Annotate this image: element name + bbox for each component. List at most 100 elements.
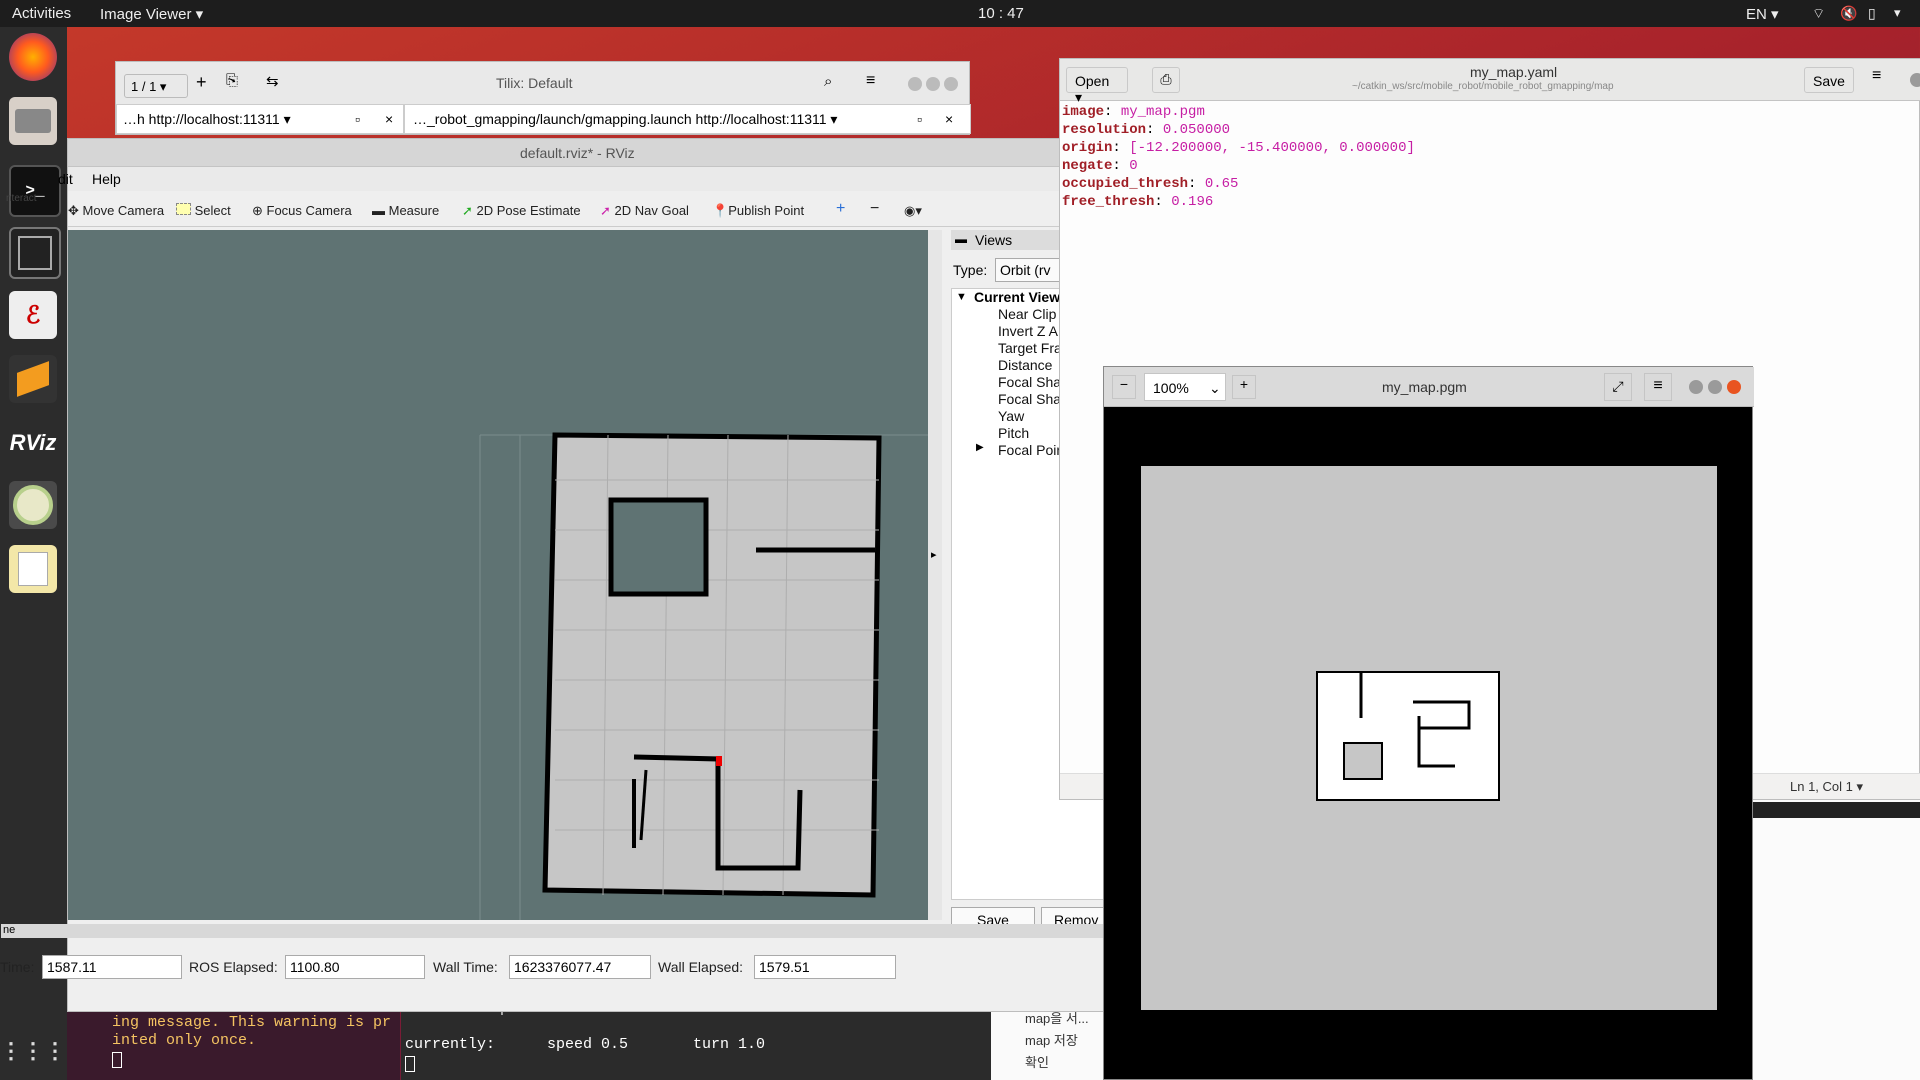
image-title: my_map.pgm	[1382, 379, 1467, 395]
activities-button[interactable]: Activities	[12, 5, 71, 22]
map-image[interactable]	[1141, 466, 1717, 1010]
property-invert-z[interactable]: Invert Z A	[998, 323, 1058, 339]
language-indicator[interactable]: EN ▾	[1746, 5, 1779, 23]
clock[interactable]: 10 : 47	[978, 5, 1024, 22]
firefox-icon[interactable]	[9, 33, 57, 81]
menu-edit[interactable]: dit	[58, 171, 73, 187]
property-distance[interactable]: Distance	[998, 357, 1052, 373]
eye-icon[interactable]: ◉▾	[904, 203, 922, 219]
hamburger-menu-icon[interactable]: ≡	[1644, 373, 1672, 401]
add-session-icon[interactable]: +	[196, 72, 207, 93]
box-icon[interactable]	[9, 355, 57, 403]
panel-splitter[interactable]: ▸	[928, 230, 942, 920]
tool-focus-camera[interactable]: ⊕ Focus Camera	[252, 203, 352, 219]
session-counter[interactable]: 1 / 1 ▾	[124, 74, 188, 98]
open-button[interactable]: Open ▾	[1066, 67, 1128, 105]
maximize-button[interactable]	[926, 77, 940, 91]
tool-2d-pose-estimate[interactable]: ➚ 2D Pose Estimate	[462, 203, 581, 219]
terminal-pane-right[interactable]: CTRL-C to quit currently: speed 0.5 turn…	[401, 1000, 991, 1080]
zoom-out-icon[interactable]: −	[1112, 375, 1136, 399]
wifi-icon[interactable]: ⌔	[1812, 5, 1825, 23]
terminal-pane-left[interactable]: ing message. This warning is pr inted on…	[67, 1012, 400, 1080]
property-near-clip[interactable]: Near Clip	[998, 306, 1056, 322]
close-icon[interactable]: ×	[945, 111, 953, 127]
image-viewer-window: − 100% ⌄ + my_map.pgm ⤢ ≡	[1103, 366, 1754, 1080]
tool-publish-point[interactable]: 📍Publish Point	[712, 203, 804, 219]
tool-move-camera[interactable]: ✥ Move Camera	[68, 203, 164, 219]
hamburger-menu-icon[interactable]: ≡	[866, 72, 875, 90]
rviz-titlebar: default.rviz* - RViz	[68, 139, 1108, 167]
show-apps-icon[interactable]: ⋮⋮⋮	[0, 1027, 66, 1075]
current-view-item[interactable]: Current View	[974, 289, 1060, 305]
map-image-content	[1316, 671, 1500, 801]
maximize-icon[interactable]: ▫	[355, 111, 360, 127]
minimize-button[interactable]	[1689, 380, 1703, 394]
property-pitch[interactable]: Pitch	[998, 425, 1029, 441]
cursor-position[interactable]: Ln 1, Col 1 ▾	[1790, 779, 1863, 795]
text-editor-icon[interactable]	[9, 545, 57, 593]
tilix-icon[interactable]	[9, 227, 61, 279]
background-bar	[1751, 802, 1920, 818]
menu-help[interactable]: Help	[92, 171, 121, 187]
fullscreen-icon[interactable]: ⤢	[1604, 373, 1632, 401]
wall-time-field[interactable]: 1623376077.47	[509, 955, 651, 979]
sync-icon[interactable]: ⇆	[266, 72, 279, 90]
yaml-line: origin: [-12.200000, -15.400000, 0.00000…	[1062, 140, 1415, 156]
tool-select[interactable]: Select	[176, 203, 231, 218]
tool-measure[interactable]: ▬ Measure	[372, 203, 439, 218]
files-icon[interactable]	[9, 97, 57, 145]
evince-icon[interactable]: ℰ	[9, 291, 57, 339]
terminal-tab-1[interactable]: …h http://localhost:11311 ▾ ▫ ×	[116, 104, 404, 134]
expand-arrow-icon[interactable]: ▶	[976, 442, 984, 453]
save-button[interactable]: Save	[1804, 67, 1854, 93]
system-menu-icon[interactable]: ▾	[1894, 5, 1901, 21]
collapse-arrow-icon[interactable]: ▸	[931, 548, 937, 561]
maximize-button[interactable]	[1708, 380, 1722, 394]
3d-viewport[interactable]	[68, 230, 928, 920]
tool-2d-nav-goal[interactable]: ➚ 2D Nav Goal	[600, 203, 689, 219]
battery-icon[interactable]: ▯	[1868, 5, 1876, 22]
rviz-window: default.rviz* - RViz dit Help nteract ✥ …	[1, 138, 1111, 1012]
zoom-level: 100%	[1153, 380, 1189, 396]
volume-icon[interactable]: 🔇	[1840, 5, 1857, 22]
minimize-button[interactable]	[908, 77, 922, 91]
zoom-level-select[interactable]: 100% ⌄	[1144, 373, 1226, 401]
zoom-in-icon[interactable]: +	[1232, 375, 1256, 399]
rviz-icon[interactable]: RViz	[9, 419, 57, 467]
property-target-frame[interactable]: Target Fra	[998, 340, 1062, 356]
focus-camera-icon: ⊕	[252, 203, 267, 218]
pose-arrow-icon: ➚	[462, 203, 477, 218]
wall-elapsed-field[interactable]: 1579.51	[754, 955, 896, 979]
toolbar: nteract ✥ Move Camera Select ⊕ Focus Cam…	[6, 191, 1108, 227]
close-icon[interactable]: ×	[385, 111, 393, 127]
view-type-select[interactable]: Orbit (rv	[995, 258, 1065, 282]
image-viewer-icon[interactable]	[9, 481, 57, 529]
remove-tool-icon[interactable]: −	[870, 200, 879, 218]
terminal-icon[interactable]: >_	[9, 165, 61, 217]
terminal-line: currently:	[405, 1036, 496, 1053]
terminal-cursor	[112, 1052, 122, 1068]
add-tool-icon[interactable]: +	[836, 200, 845, 218]
expand-arrow-icon[interactable]: ▼	[956, 291, 967, 303]
maximize-icon[interactable]: ▫	[917, 111, 922, 127]
ros-time-field[interactable]: 1587.11	[42, 955, 182, 979]
split-icon[interactable]: ⎘	[226, 72, 238, 89]
property-yaw[interactable]: Yaw	[998, 408, 1024, 424]
move-camera-icon: ✥	[68, 203, 83, 218]
close-button[interactable]	[1727, 380, 1741, 394]
ros-elapsed-field[interactable]: 1100.80	[285, 955, 425, 979]
minimize-button[interactable]	[1910, 73, 1920, 87]
hamburger-menu-icon[interactable]: ≡	[1872, 67, 1881, 85]
new-document-icon[interactable]: ⎙	[1152, 67, 1180, 93]
yaml-editor[interactable]: image: my_map.pgm resolution: 0.050000 o…	[1062, 103, 1912, 211]
app-menu[interactable]: Image Viewer ▾	[100, 5, 203, 23]
wall-elapsed-label: Wall Elapsed:	[658, 959, 744, 975]
terminal-line: turn 1.0	[693, 1036, 766, 1053]
close-button[interactable]	[944, 77, 958, 91]
search-icon[interactable]: ⌕	[824, 73, 832, 90]
property-focal-point[interactable]: Focal Poin	[998, 442, 1064, 458]
terminal-line: ing message. This warning is pr	[112, 1014, 392, 1031]
terminal-tab-2[interactable]: …_robot_gmapping/launch/gmapping.launch …	[404, 104, 971, 134]
terminal-cursor	[405, 1056, 415, 1072]
tab-title: …h http://localhost:11311 ▾	[123, 111, 291, 127]
